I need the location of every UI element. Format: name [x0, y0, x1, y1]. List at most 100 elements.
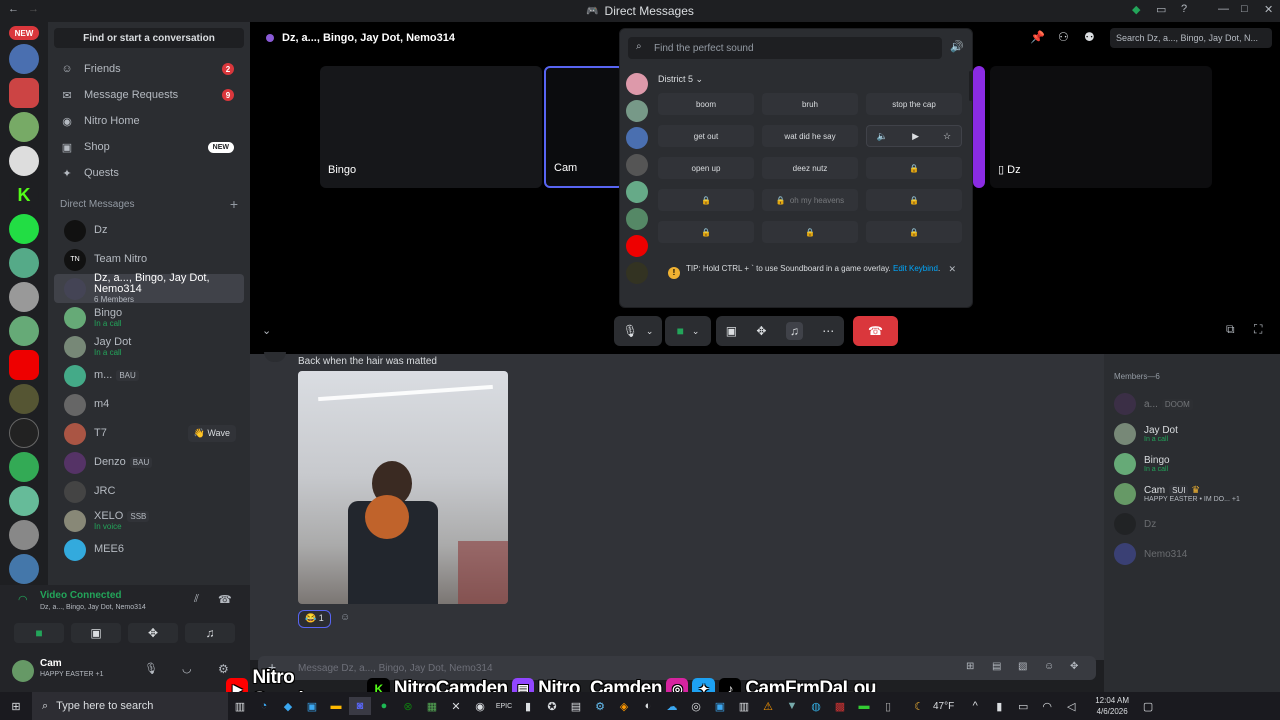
steam-icon[interactable]: ⚙: [589, 697, 611, 715]
app-icon[interactable]: ▬: [853, 697, 875, 715]
server-icon[interactable]: [9, 282, 39, 312]
server-icon[interactable]: [9, 554, 39, 584]
apps-icon[interactable]: ✥: [1070, 661, 1078, 672]
volume-icon[interactable]: 🔈: [877, 131, 888, 142]
taskbar-search[interactable]: ⌕ Type here to search: [32, 692, 228, 720]
app-icon[interactable]: ☁: [661, 697, 683, 715]
wifi-icon[interactable]: ◠: [1036, 697, 1058, 715]
activities-button[interactable]: ✥: [128, 623, 178, 643]
chevron-down-icon[interactable]: ⌄: [646, 326, 654, 337]
app-icon[interactable]: ⚠: [757, 697, 779, 715]
minimize-icon[interactable]: —: [1218, 3, 1229, 15]
favorite-icon[interactable]: ☆: [943, 131, 951, 142]
tray-chevron-icon[interactable]: ^: [964, 697, 986, 715]
app-icon[interactable]: ◈: [613, 697, 635, 715]
spotify-icon[interactable]: ●: [373, 697, 395, 715]
app-icon[interactable]: ✕: [445, 697, 467, 715]
message-image[interactable]: [298, 371, 508, 604]
nav-shop[interactable]: ▣ Shop NEW: [48, 134, 250, 160]
member-item[interactable]: Nemo314: [1104, 539, 1280, 569]
server-icon[interactable]: [9, 112, 39, 142]
dm-item[interactable]: XELO SSB In voice: [54, 506, 244, 535]
volume-icon[interactable]: ◁: [1060, 697, 1082, 715]
obs-icon[interactable]: ◉: [469, 697, 491, 715]
app-icon[interactable]: ✪: [541, 697, 563, 715]
dm-item[interactable]: JRC: [54, 477, 244, 506]
server-icon[interactable]: [9, 384, 39, 414]
help-icon[interactable]: ?: [1181, 3, 1187, 15]
gif-icon[interactable]: ▤: [992, 661, 1001, 672]
server-icon[interactable]: [9, 248, 39, 278]
settings-icon[interactable]: ⚙: [218, 662, 229, 676]
sound-button[interactable]: wat did he say: [762, 125, 858, 147]
xbox-icon[interactable]: ⊗: [397, 697, 419, 715]
app-icon[interactable]: ◍: [805, 697, 827, 715]
app-icon[interactable]: ▩: [829, 697, 851, 715]
search-input[interactable]: Search Dz, a..., Bingo, Jay Dot, N...: [1110, 28, 1272, 48]
locked-sound-button[interactable]: 🔒: [762, 221, 858, 243]
find-conversation-button[interactable]: Find or start a conversation: [54, 28, 244, 48]
dm-item[interactable]: T7 👋 Wave: [54, 419, 244, 448]
epic-icon[interactable]: EPIC: [493, 697, 515, 715]
nav-friends[interactable]: ☺ Friends 2: [48, 56, 250, 82]
server-icon[interactable]: [9, 452, 39, 482]
mic-icon[interactable]: ▮: [988, 697, 1010, 715]
server-icon[interactable]: [626, 127, 648, 149]
nav-message-requests[interactable]: ✉ Message Requests 9: [48, 82, 250, 108]
more-icon[interactable]: ⋯: [822, 324, 834, 338]
wave-button[interactable]: 👋 Wave: [187, 425, 236, 442]
member-item[interactable]: a... DOOM: [1104, 389, 1280, 419]
emoji-icon[interactable]: ☺: [1044, 661, 1054, 672]
clock[interactable]: 12:04 AM 4/6/2026: [1095, 695, 1129, 717]
server-icon[interactable]: [626, 73, 648, 95]
sound-button[interactable]: stop the cap: [866, 93, 962, 115]
server-icon[interactable]: [626, 154, 648, 176]
server-icon[interactable]: [9, 418, 39, 448]
member-item[interactable]: Cam SUI ♛ HAPPY EASTER • IM DO... +1: [1104, 479, 1280, 509]
locked-sound-button[interactable]: 🔒: [866, 157, 962, 179]
locked-sound-button[interactable]: 🔒: [658, 189, 754, 211]
outlook-icon[interactable]: ▣: [301, 697, 323, 715]
sound-button[interactable]: deez nutz: [762, 157, 858, 179]
mic-toggle-button[interactable]: 🎙 ⌄: [614, 316, 662, 346]
server-icon[interactable]: [9, 214, 39, 244]
sound-button[interactable]: 🔈 ▶ ☆: [866, 125, 962, 147]
video-tile-speaking[interactable]: Cam: [544, 66, 624, 188]
screen-share-icon[interactable]: ▣: [726, 324, 737, 338]
server-icon[interactable]: [9, 486, 39, 516]
edge-icon[interactable]: ◔: [253, 697, 275, 715]
fullscreen-icon[interactable]: ⛶: [1254, 322, 1262, 337]
member-item[interactable]: Dz: [1104, 509, 1280, 539]
popout-icon[interactable]: ⧉: [1226, 322, 1235, 337]
user-avatar[interactable]: [12, 660, 34, 682]
nav-quests[interactable]: ✦ Quests: [48, 160, 250, 186]
members-icon[interactable]: ⚉: [1084, 30, 1095, 44]
start-icon[interactable]: ⊞: [1, 697, 31, 715]
dm-item-group[interactable]: Dz, a..., Bingo, Jay Dot, Nemo314 6 Membe…: [54, 273, 244, 304]
network-icon[interactable]: ▭: [1012, 697, 1034, 715]
soundboard-search-input[interactable]: ⌕ Find the perfect sound: [628, 37, 942, 59]
volume-icon[interactable]: 🔊: [950, 40, 964, 53]
server-icon[interactable]: [9, 44, 39, 74]
add-dm-icon[interactable]: +: [230, 196, 238, 212]
app-icon[interactable]: ▤: [565, 697, 587, 715]
server-icon[interactable]: [626, 235, 648, 257]
reaction-pill[interactable]: 😂 1: [298, 610, 331, 628]
app-icon[interactable]: ◎: [685, 697, 707, 715]
dm-item[interactable]: Bingo In a call: [54, 303, 244, 332]
locked-sound-button[interactable]: 🔒: [658, 221, 754, 243]
add-reaction-icon[interactable]: ☺: [340, 612, 350, 623]
maximize-icon[interactable]: □: [1241, 3, 1248, 15]
app-icon[interactable]: ▣: [709, 697, 731, 715]
sound-button[interactable]: bruh: [762, 93, 858, 115]
sticker-icon[interactable]: ▧: [1018, 661, 1027, 672]
nav-nitro-home[interactable]: ◉ Nitro Home: [48, 108, 250, 134]
scrollbar[interactable]: [969, 71, 972, 101]
video-tile[interactable]: Bingo: [320, 66, 542, 188]
close-tip-icon[interactable]: ✕: [948, 263, 956, 275]
dm-item[interactable]: Denzo BAU: [54, 448, 244, 477]
sound-button[interactable]: get out: [658, 125, 754, 147]
back-arrow-icon[interactable]: ←: [8, 3, 19, 15]
disconnect-icon[interactable]: ☎: [218, 593, 232, 606]
dm-item[interactable]: Dz: [54, 216, 244, 245]
